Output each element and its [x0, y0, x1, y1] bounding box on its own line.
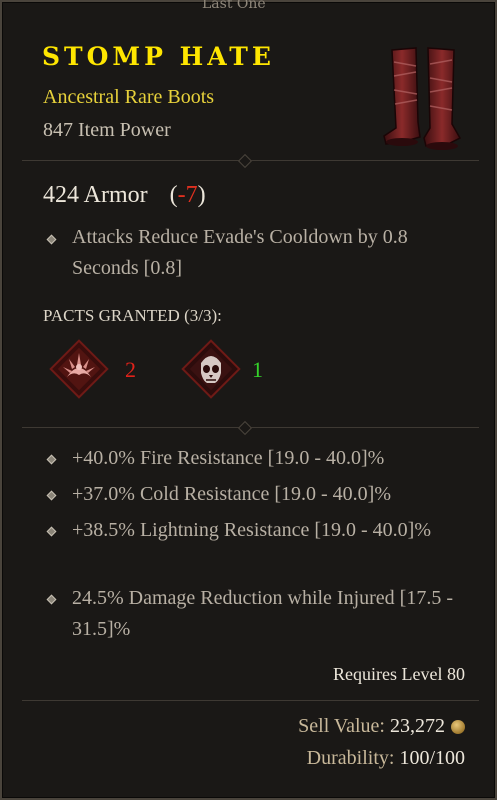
- armor-line: 424 Armor (-7): [43, 182, 206, 209]
- divider-bottom: [22, 700, 479, 701]
- affix-fire-resistance: +40.0% Fire Resistance [19.0 - 40.0]%: [72, 447, 385, 469]
- item-type: Ancestral Rare Boots: [43, 86, 215, 108]
- sell-value-label: Sell Value:: [298, 715, 385, 737]
- required-level: Requires Level 80: [333, 664, 465, 684]
- item-power: 847 Item Power: [43, 119, 171, 141]
- sell-value: Sell Value: 23,272: [298, 715, 465, 738]
- ferocity-pact-count: 2: [125, 357, 136, 382]
- gold-coin-icon: [451, 720, 465, 735]
- sell-value-amount: 23,272: [390, 715, 445, 737]
- header-clip: Last One: [202, 0, 266, 8]
- boots-icon: [383, 47, 462, 150]
- armor-value: 424 Armor: [43, 182, 148, 208]
- armor-paren-open: (: [169, 182, 178, 208]
- divinity-pact-icon: [181, 339, 241, 399]
- bullet-icon: [46, 594, 57, 605]
- bullet-icon: [46, 234, 57, 245]
- durability-value: 100/100: [399, 747, 465, 769]
- bullet-icon: [46, 454, 57, 465]
- item-tooltip: Last One STOMP HATE Ancestral Rare Boots…: [0, 0, 497, 800]
- divinity-pact-count: 1: [252, 357, 263, 382]
- ferocity-pact-icon: [49, 339, 109, 399]
- affix-cold-resistance: +37.0% Cold Resistance [19.0 - 40.0]%: [72, 483, 392, 505]
- pacts-label: PACTS GRANTED (3/3):: [43, 306, 222, 325]
- divider-middle: [22, 420, 479, 436]
- divider-top: [22, 153, 479, 169]
- affix-damage-reduction-injured: 24.5% Damage Reduction while Injured [17…: [72, 587, 454, 640]
- armor-paren-close: ): [197, 182, 206, 208]
- implicit-affix: Attacks Reduce Evade's Cooldown by 0.8 S…: [72, 226, 408, 279]
- affix-lightning-resistance: +38.5% Lightning Resistance [19.0 - 40.0…: [72, 519, 431, 541]
- armor-delta: -7: [177, 182, 198, 208]
- item-name: STOMP HATE: [42, 42, 275, 71]
- bullet-icon: [46, 526, 57, 537]
- durability-label: Durability:: [306, 747, 395, 769]
- durability: Durability: 100/100: [307, 747, 465, 770]
- bullet-icon: [46, 490, 57, 501]
